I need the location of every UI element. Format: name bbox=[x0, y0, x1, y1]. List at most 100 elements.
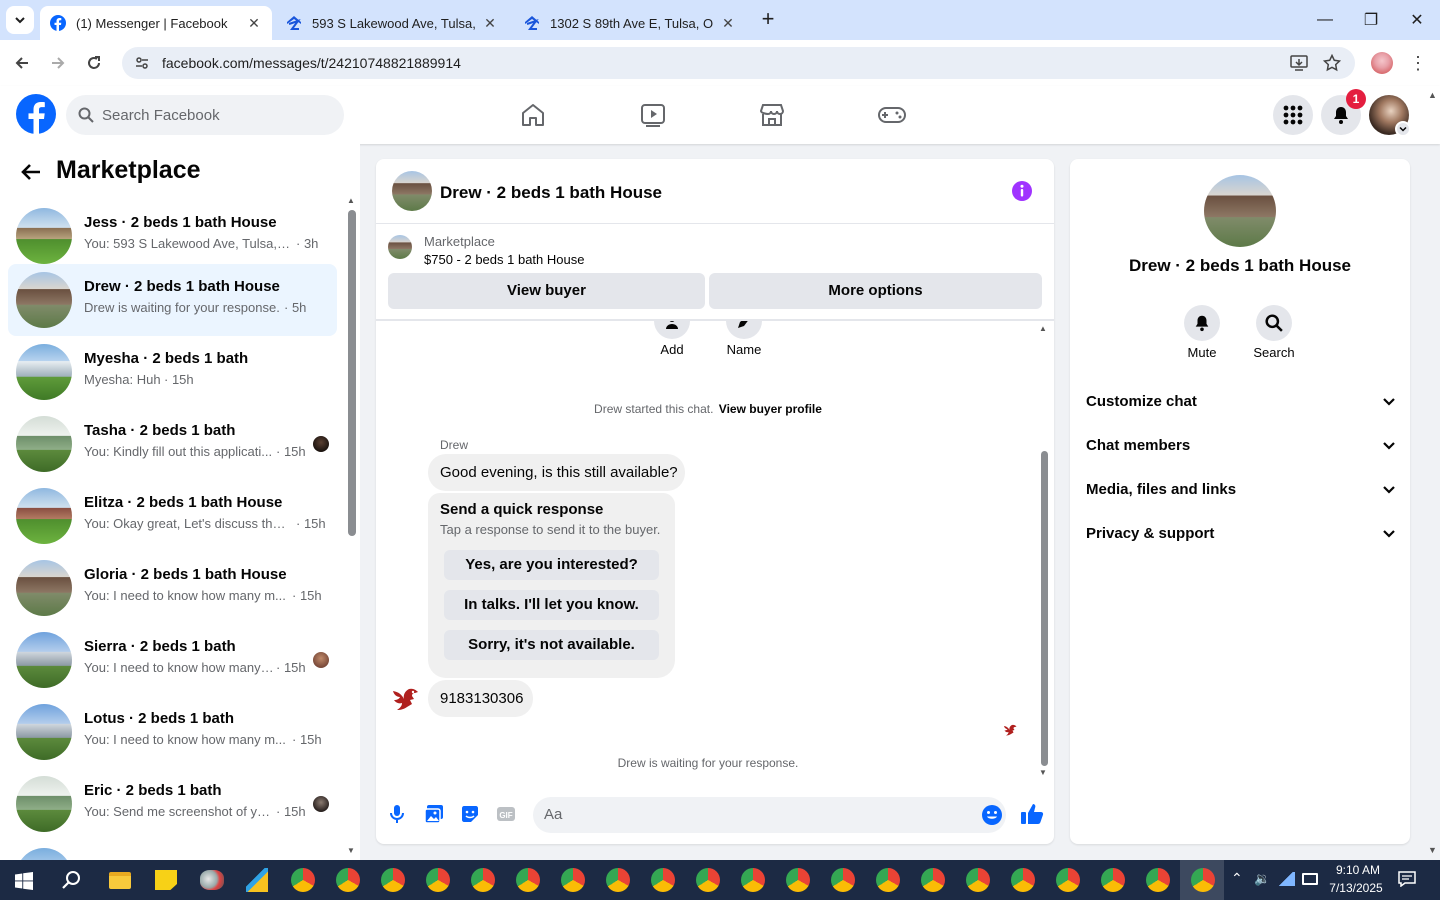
chrome-profile-icon[interactable] bbox=[561, 868, 585, 892]
reload-button[interactable] bbox=[79, 48, 109, 78]
close-tab-icon[interactable]: ✕ bbox=[482, 15, 498, 32]
conversation-item[interactable]: Elitza · 2 beds 1 bath House You: Okay g… bbox=[8, 480, 337, 552]
view-buyer-profile-link[interactable]: View buyer profile bbox=[719, 402, 822, 416]
address-bar[interactable]: facebook.com/messages/t/2421074882188991… bbox=[122, 47, 1355, 79]
new-tab-button[interactable]: + bbox=[756, 8, 780, 32]
snipping-tool-icon[interactable] bbox=[200, 870, 224, 890]
chrome-profile-icon[interactable] bbox=[966, 868, 990, 892]
conversation-item[interactable]: Myesha · 2 beds 1 bath Myesha: Huh · 15h bbox=[8, 336, 337, 408]
tab-messenger[interactable]: (1) Messenger | Facebook ✕ bbox=[40, 6, 272, 40]
emoji-icon[interactable] bbox=[981, 804, 1003, 826]
conversation-item[interactable]: Lotus · 2 beds 1 bath You: I need to kno… bbox=[8, 696, 337, 768]
sidebar-scrollbar-up[interactable]: ▲ bbox=[347, 196, 355, 205]
conversation-item[interactable]: Gloria · 2 beds 1 bath House You: I need… bbox=[8, 552, 337, 624]
chat-members-section[interactable]: Chat members bbox=[1086, 423, 1396, 467]
conversation-item[interactable]: Jess · 2 beds 1 bath House You: 593 S La… bbox=[8, 200, 337, 272]
taskbar-search-icon[interactable] bbox=[62, 870, 82, 890]
chrome-profile-icon[interactable] bbox=[831, 868, 855, 892]
chrome-profile-icon[interactable] bbox=[1011, 868, 1035, 892]
view-buyer-button[interactable]: View buyer bbox=[388, 273, 705, 309]
more-options-button[interactable]: More options bbox=[709, 273, 1042, 309]
chrome-profile-icon[interactable] bbox=[1146, 868, 1170, 892]
paint-brush-icon[interactable] bbox=[246, 868, 268, 892]
chrome-profile-icon[interactable] bbox=[381, 868, 405, 892]
chrome-profile-icon[interactable] bbox=[1101, 868, 1125, 892]
install-app-icon[interactable] bbox=[1290, 54, 1308, 72]
windows-start-icon[interactable] bbox=[15, 872, 33, 890]
message-input[interactable]: Aa bbox=[533, 797, 1006, 833]
nav-home[interactable] bbox=[513, 98, 553, 132]
volume-icon[interactable]: 🔉 bbox=[1254, 871, 1270, 887]
sidebar-scrollbar-down[interactable]: ▼ bbox=[347, 846, 355, 855]
quick-response-button[interactable]: Sorry, it's not available. bbox=[444, 630, 659, 660]
back-button[interactable] bbox=[7, 48, 37, 78]
chrome-profile-icon[interactable] bbox=[516, 868, 540, 892]
chrome-profile-icon[interactable] bbox=[921, 868, 945, 892]
bookmark-star-icon[interactable] bbox=[1323, 54, 1341, 72]
chrome-profile-icon-active[interactable] bbox=[1191, 868, 1215, 892]
chat-title[interactable]: Drew · 2 beds 1 bath House bbox=[440, 183, 662, 203]
customize-chat-section[interactable]: Customize chat bbox=[1086, 379, 1396, 423]
maximize-button[interactable]: ❐ bbox=[1348, 0, 1394, 40]
tab-search-button[interactable] bbox=[6, 6, 34, 34]
sticker-icon[interactable] bbox=[460, 804, 480, 824]
sidebar-scrollbar-thumb[interactable] bbox=[348, 210, 356, 536]
close-window-button[interactable]: ✕ bbox=[1394, 0, 1440, 40]
chrome-profile-icon[interactable] bbox=[651, 868, 675, 892]
chat-scrollbar-thumb[interactable] bbox=[1041, 451, 1048, 766]
chrome-profile-icon[interactable] bbox=[786, 868, 810, 892]
quick-response-button[interactable]: Yes, are you interested? bbox=[444, 550, 659, 580]
chrome-profile-icon[interactable] bbox=[336, 868, 360, 892]
search-in-chat-button[interactable] bbox=[1256, 305, 1292, 341]
chrome-profile-icon[interactable] bbox=[696, 868, 720, 892]
conversation-item[interactable]: Tasha · 2 beds 1 bath You: Kindly fill o… bbox=[8, 408, 337, 480]
notification-center-icon[interactable] bbox=[1398, 871, 1416, 887]
sender-avatar-eagle-icon[interactable] bbox=[391, 685, 423, 713]
tab-zillow-1[interactable]: 593 S Lakewood Ave, Tulsa, OK ✕ bbox=[276, 6, 508, 40]
media-files-links-section[interactable]: Media, files and links bbox=[1086, 467, 1396, 511]
page-scroll-up-arrow[interactable]: ▲ bbox=[1428, 90, 1437, 100]
display-icon[interactable] bbox=[1302, 873, 1318, 885]
quick-response-button[interactable]: In talks. I'll let you know. bbox=[444, 590, 659, 620]
conversation-item-selected[interactable]: Drew · 2 beds 1 bath House Drew is waiti… bbox=[8, 264, 337, 336]
microphone-icon[interactable] bbox=[389, 804, 405, 824]
info-icon[interactable] bbox=[1011, 180, 1033, 202]
forward-button[interactable] bbox=[43, 48, 73, 78]
conversation-item-partial[interactable] bbox=[8, 840, 337, 860]
chrome-profile-icon[interactable] bbox=[741, 868, 765, 892]
file-explorer-icon[interactable] bbox=[109, 872, 131, 889]
conversation-item[interactable]: Sierra · 2 beds 1 bath You: I need to kn… bbox=[8, 624, 337, 696]
taskbar-time[interactable]: 9:10 AM bbox=[1328, 863, 1388, 877]
facebook-search[interactable]: Search Facebook bbox=[66, 95, 344, 135]
nav-gaming[interactable] bbox=[872, 98, 912, 132]
listing-thumbnail[interactable] bbox=[388, 235, 412, 259]
chrome-profile-icon[interactable] bbox=[291, 868, 315, 892]
profile-avatar[interactable] bbox=[1371, 52, 1393, 74]
site-info-icon[interactable] bbox=[134, 55, 150, 71]
like-thumb-icon[interactable] bbox=[1020, 803, 1044, 825]
listing-title[interactable]: $750 - 2 beds 1 bath House bbox=[424, 252, 584, 267]
tray-chevron-icon[interactable]: ⌃ bbox=[1231, 870, 1243, 887]
mute-button[interactable] bbox=[1184, 305, 1220, 341]
message-bubble[interactable]: Good evening, is this still available? bbox=[428, 454, 685, 491]
chat-header-avatar[interactable] bbox=[392, 171, 432, 211]
page-scroll-down-arrow[interactable]: ▼ bbox=[1428, 845, 1437, 855]
menu-button[interactable] bbox=[1273, 95, 1313, 135]
tab-zillow-2[interactable]: 1302 S 89th Ave E, Tulsa, OK 74 ✕ bbox=[514, 6, 746, 40]
close-tab-icon[interactable]: ✕ bbox=[246, 15, 262, 32]
close-tab-icon[interactable]: ✕ bbox=[720, 15, 736, 32]
chrome-profile-icon[interactable] bbox=[1056, 868, 1080, 892]
account-chevron-icon[interactable] bbox=[1395, 121, 1411, 137]
browser-menu-icon[interactable]: ⋮ bbox=[1408, 50, 1428, 76]
chat-scrollbar-down[interactable]: ▼ bbox=[1039, 768, 1047, 777]
nav-video[interactable] bbox=[633, 98, 673, 132]
gif-icon[interactable]: GIF bbox=[496, 804, 516, 824]
sticky-notes-icon[interactable] bbox=[155, 870, 177, 890]
taskbar-date[interactable]: 7/13/2025 bbox=[1324, 881, 1388, 895]
back-arrow-icon[interactable] bbox=[20, 161, 42, 183]
chrome-profile-icon[interactable] bbox=[471, 868, 495, 892]
chrome-profile-icon[interactable] bbox=[426, 868, 450, 892]
message-bubble[interactable]: 9183130306 bbox=[428, 680, 533, 717]
facebook-logo-icon[interactable] bbox=[16, 94, 56, 134]
details-avatar[interactable] bbox=[1204, 175, 1276, 247]
